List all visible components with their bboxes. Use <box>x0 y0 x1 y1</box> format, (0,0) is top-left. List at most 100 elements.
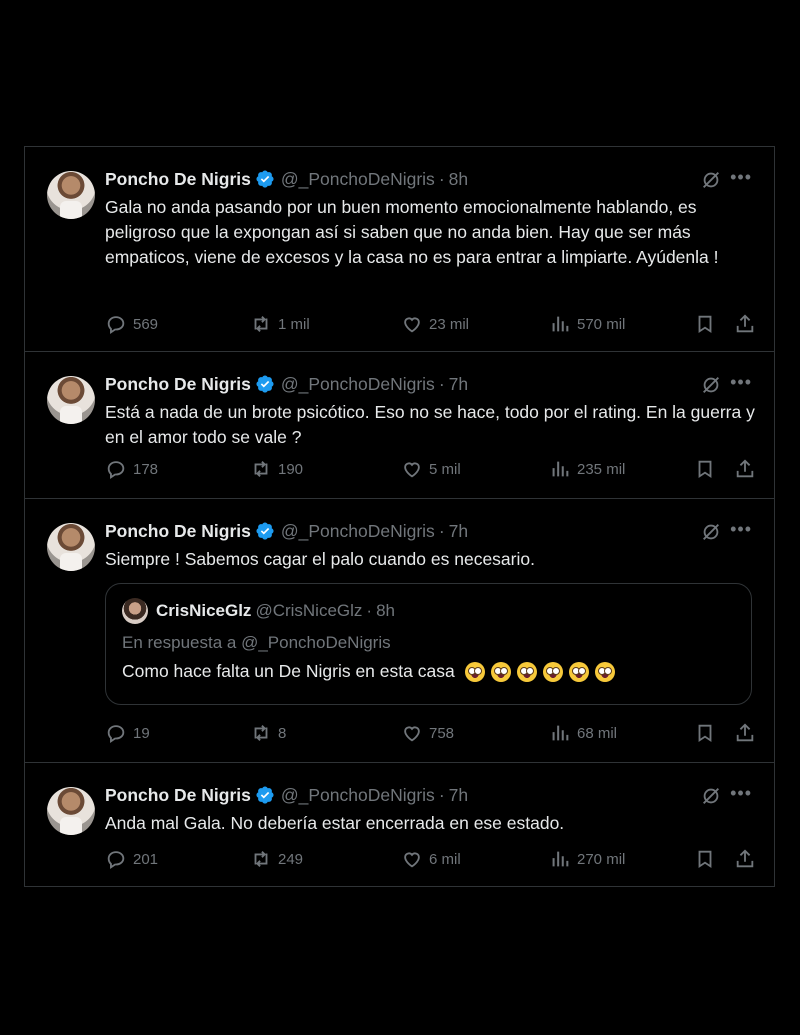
separator-dot: · <box>438 168 445 189</box>
like-count: 5 mil <box>429 460 461 478</box>
heart-icon <box>404 726 420 742</box>
author-name[interactable]: Poncho De Nigris <box>105 785 251 806</box>
tweet-text: Gala no anda pasando por un buen momento… <box>105 197 719 267</box>
share-icon <box>736 723 754 742</box>
retweet-button[interactable]: 1 mil <box>250 313 310 335</box>
tweet-text: Está a nada de un brote psicótico. Eso n… <box>105 402 755 447</box>
timestamp[interactable]: 7h <box>449 374 468 395</box>
tweet[interactable]: Poncho De Nigris @_PonchoDeNigris · 8h •… <box>24 146 775 351</box>
like-button[interactable]: 758 <box>401 722 454 744</box>
heart-icon <box>404 462 420 478</box>
avatar[interactable] <box>122 598 148 624</box>
avatar[interactable] <box>47 376 95 424</box>
share-icon <box>736 849 754 868</box>
views-button[interactable]: 270 mil <box>549 848 625 870</box>
tweet[interactable]: Poncho De Nigris @_PonchoDeNigris · 7h •… <box>24 351 775 498</box>
timestamp[interactable]: 7h <box>449 785 468 806</box>
bookmark-button[interactable] <box>694 722 716 744</box>
quoted-tweet-header: CrisNiceGlz @CrisNiceGlz · 8h <box>122 598 735 624</box>
author-name[interactable]: Poncho De Nigris <box>105 521 251 542</box>
bookmark-button[interactable] <box>694 313 716 335</box>
views-button[interactable]: 570 mil <box>549 313 625 335</box>
views-count: 235 mil <box>577 460 626 478</box>
share-button[interactable] <box>734 722 756 744</box>
bookmark-button[interactable] <box>694 848 716 870</box>
share-button[interactable] <box>734 848 756 870</box>
author-handle[interactable]: @_PonchoDeNigris <box>281 785 435 806</box>
tweet[interactable]: Poncho De Nigris @_PonchoDeNigris · 7h •… <box>24 762 775 887</box>
author-handle[interactable]: @_PonchoDeNigris <box>281 169 435 190</box>
like-button[interactable]: 6 mil <box>401 848 461 870</box>
action-bar: 569 1 mil 23 mil 570 mil <box>105 311 756 337</box>
reply-button[interactable]: 178 <box>105 458 158 480</box>
emoji-group <box>455 661 615 682</box>
author-handle[interactable]: @_PonchoDeNigris <box>281 521 435 542</box>
share-button[interactable] <box>734 458 756 480</box>
tweet-header: Poncho De Nigris @_PonchoDeNigris · 7h <box>105 783 758 807</box>
tweet-text: Siempre ! Sabemos cagar el palo cuando e… <box>105 549 535 569</box>
avatar[interactable] <box>47 787 95 835</box>
bookmark-icon <box>698 315 712 334</box>
crying-face-emoji <box>516 661 537 682</box>
views-count: 270 mil <box>577 850 626 868</box>
quoted-author-handle[interactable]: @CrisNiceGlz <box>255 601 362 621</box>
quoted-tweet-text-row: Como hace falta un De Nigris en esta cas… <box>122 661 735 682</box>
reply-count: 201 <box>133 850 159 868</box>
views-button[interactable]: 68 mil <box>549 722 617 744</box>
retweet-icon <box>254 851 268 867</box>
timestamp[interactable]: 8h <box>449 169 468 190</box>
retweet-icon <box>254 461 268 477</box>
bookmark-icon <box>698 850 712 869</box>
like-button[interactable]: 23 mil <box>401 313 469 335</box>
share-button[interactable] <box>734 313 756 335</box>
more-icon[interactable]: ••• <box>730 519 752 540</box>
like-count: 758 <box>429 724 455 742</box>
action-bar: 178 190 5 mil 235 mil <box>105 456 756 482</box>
heart-icon <box>404 317 420 333</box>
author-handle[interactable]: @_PonchoDeNigris <box>281 374 435 395</box>
separator-dot: · <box>366 601 373 620</box>
tweet-header: Poncho De Nigris @_PonchoDeNigris · 7h <box>105 372 758 396</box>
bookmark-button[interactable] <box>694 458 716 480</box>
reply-context: En respuesta a @_PonchoDeNigris <box>122 633 391 652</box>
retweet-count: 1 mil <box>278 315 310 333</box>
quoted-author-name[interactable]: CrisNiceGlz <box>156 601 251 621</box>
tweet[interactable]: Poncho De Nigris @_PonchoDeNigris · 7h •… <box>24 498 775 762</box>
verified-badge-icon <box>256 170 274 188</box>
action-bar: 201 249 6 mil 270 mil <box>105 846 756 872</box>
retweet-button[interactable]: 8 <box>250 722 286 744</box>
retweet-button[interactable]: 249 <box>250 848 303 870</box>
separator-dot: · <box>438 373 445 394</box>
reply-button[interactable]: 201 <box>105 848 158 870</box>
views-button[interactable]: 235 mil <box>549 458 625 480</box>
reply-icon <box>107 316 125 334</box>
author-name[interactable]: Poncho De Nigris <box>105 374 251 395</box>
reply-button[interactable]: 569 <box>105 313 158 335</box>
retweet-count: 190 <box>278 460 304 478</box>
quoted-timestamp[interactable]: 8h <box>376 601 395 621</box>
grok-icon[interactable] <box>700 521 722 543</box>
avatar[interactable] <box>47 171 95 219</box>
retweet-button[interactable]: 190 <box>250 458 303 480</box>
reply-button[interactable]: 19 <box>105 722 150 744</box>
grok-icon[interactable] <box>700 785 722 807</box>
views-icon <box>552 461 569 477</box>
verified-badge-icon <box>256 786 274 804</box>
bookmark-icon <box>698 460 712 479</box>
like-count: 23 mil <box>429 315 470 333</box>
share-icon <box>736 314 754 333</box>
more-icon[interactable]: ••• <box>730 167 752 188</box>
avatar[interactable] <box>47 523 95 571</box>
timestamp[interactable]: 7h <box>449 521 468 542</box>
separator-dot: · <box>438 520 445 541</box>
like-button[interactable]: 5 mil <box>401 458 461 480</box>
quoted-tweet[interactable]: CrisNiceGlz @CrisNiceGlz · 8h En respues… <box>105 583 752 705</box>
retweet-icon <box>254 725 268 741</box>
grok-icon[interactable] <box>700 169 722 191</box>
reply-count: 569 <box>133 315 159 333</box>
more-icon[interactable]: ••• <box>730 372 752 393</box>
grok-icon[interactable] <box>700 374 722 396</box>
tweet-text: Anda mal Gala. No debería estar encerrad… <box>105 813 565 833</box>
more-icon[interactable]: ••• <box>730 783 752 804</box>
author-name[interactable]: Poncho De Nigris <box>105 169 251 190</box>
